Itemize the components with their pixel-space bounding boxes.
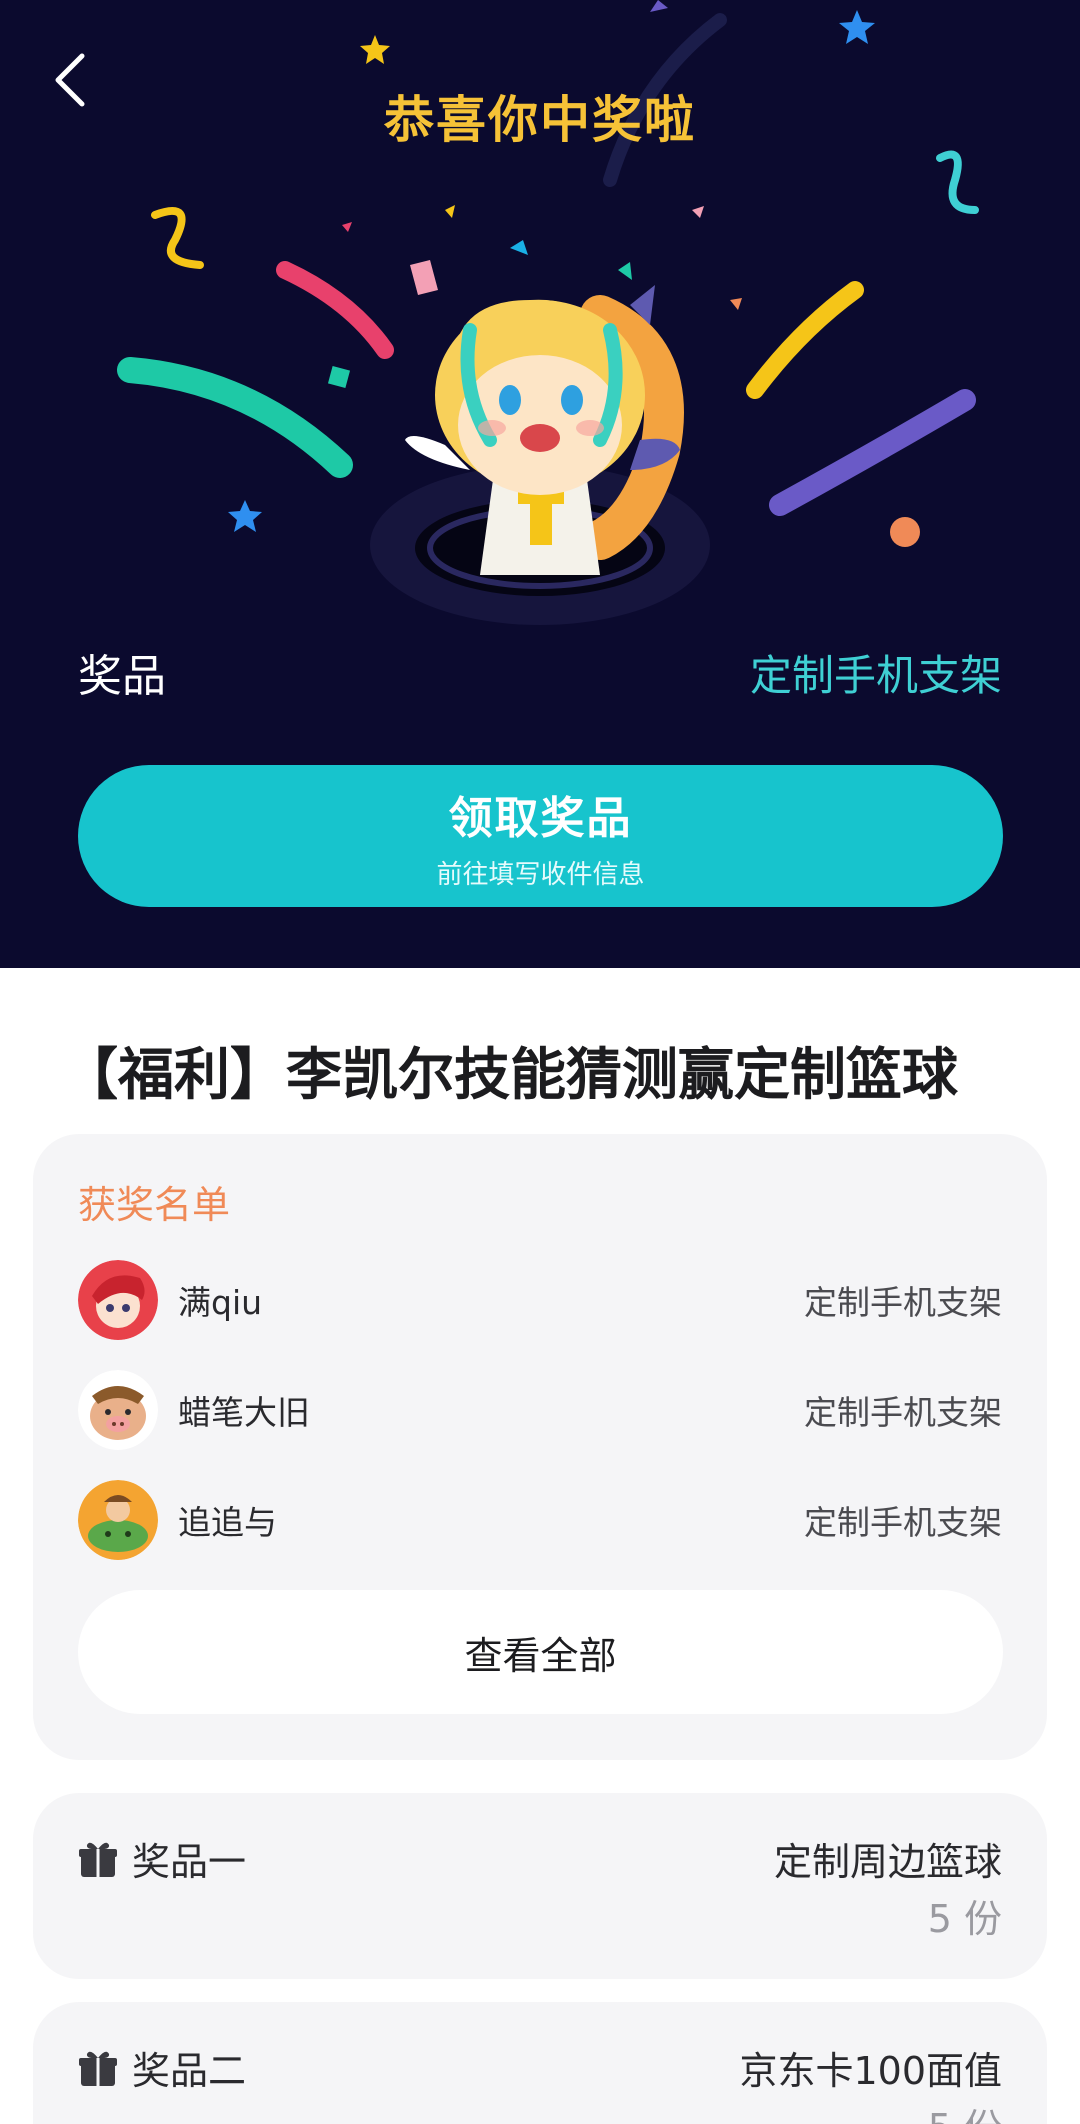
prize-card-header: 奖品二 bbox=[78, 2040, 246, 2095]
winners-card: 获奖名单 满qiu 定制手机支架 蜡笔大旧 定制手机支架 追追与 定制手机支架 … bbox=[33, 1134, 1047, 1760]
winner-name: 满qiu bbox=[178, 1283, 263, 1322]
winners-heading: 获奖名单 bbox=[78, 1183, 231, 1227]
claim-prize-button[interactable]: 领取奖品 前往填写收件信息 bbox=[78, 765, 1003, 907]
avatar bbox=[78, 1480, 158, 1560]
avatar bbox=[78, 1370, 158, 1450]
prize-value: 定制手机支架 bbox=[749, 650, 1002, 700]
won-prize-row: 奖品 定制手机支架 bbox=[78, 640, 1002, 704]
winner-prize: 定制手机支架 bbox=[804, 1503, 1002, 1542]
prize-tier-title: 奖品一 bbox=[132, 1840, 247, 1884]
winner-row: 追追与 定制手机支架 bbox=[78, 1480, 1002, 1560]
prize-name: 京东卡100面值 bbox=[739, 2049, 1002, 2093]
page-title: 恭喜你中奖啦 bbox=[384, 91, 696, 149]
prize-tier-title: 奖品二 bbox=[132, 2049, 247, 2093]
winner-prize: 定制手机支架 bbox=[804, 1393, 1002, 1432]
winner-row: 蜡笔大旧 定制手机支架 bbox=[78, 1370, 1002, 1450]
prize-card: 奖品一 定制周边篮球 5 份 bbox=[33, 1793, 1047, 1979]
winner-name: 蜡笔大旧 bbox=[178, 1393, 310, 1432]
prize-count: 5 份 bbox=[928, 2097, 1002, 2124]
prize-count: 5 份 bbox=[927, 1897, 1002, 1941]
prize-label: 奖品 bbox=[78, 651, 166, 702]
winner-row: 满qiu 定制手机支架 bbox=[78, 1260, 1002, 1340]
avatar bbox=[78, 1260, 158, 1340]
prize-card-header: 奖品一 bbox=[78, 1831, 246, 1886]
winner-prize: 定制手机支架 bbox=[804, 1283, 1002, 1322]
prize-card: 奖品二 京东卡100面值 5 份 bbox=[33, 2002, 1047, 2124]
claim-prize-sublabel: 前往填写收件信息 bbox=[436, 859, 645, 890]
gift-icon bbox=[79, 1842, 117, 1877]
winner-name: 追追与 bbox=[178, 1503, 277, 1542]
gift-icon bbox=[79, 2051, 117, 2086]
event-title: 【福利】李凯尔技能猜测赢定制篮球 bbox=[62, 1043, 958, 1108]
view-all-button[interactable]: 查看全部 bbox=[78, 1590, 1003, 1714]
celebration-banner: 恭喜你中奖啦 奖品 定制手机支架 领取奖品 前往填写收件信息 bbox=[0, 0, 1080, 968]
prize-name: 定制周边篮球 bbox=[773, 1840, 1002, 1884]
claim-prize-label: 领取奖品 bbox=[448, 792, 633, 844]
